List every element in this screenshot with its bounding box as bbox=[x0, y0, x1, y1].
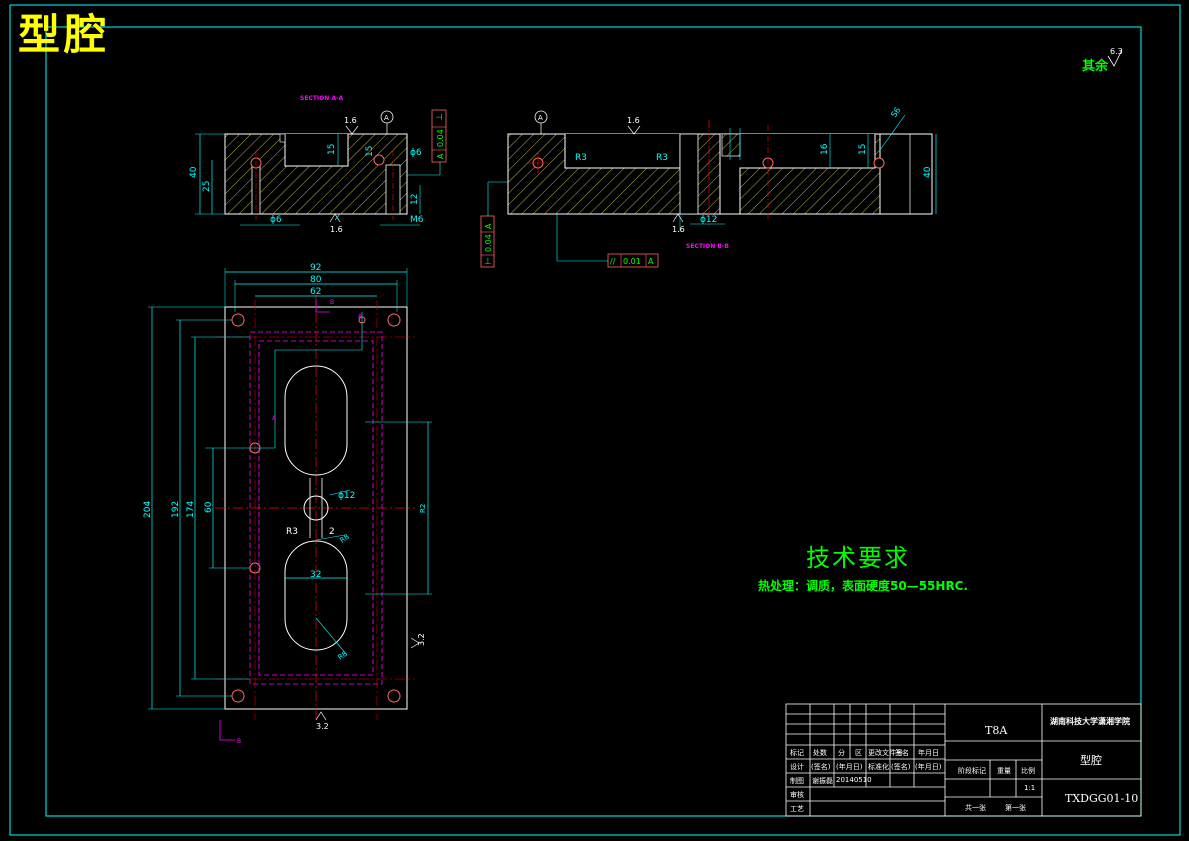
side-tol-left-value: 0.04 bbox=[484, 234, 493, 252]
front-tol-datum: A bbox=[436, 153, 445, 159]
tb-sheets-total: 共一张 bbox=[965, 804, 986, 812]
tb-scale-label: 比例 bbox=[1021, 767, 1035, 775]
front-dim-40: 40 bbox=[189, 166, 199, 178]
top-roughness-bottom: 3.2 bbox=[316, 722, 329, 731]
drawing-title: 型腔 bbox=[18, 10, 111, 59]
tb-hdr-zone: 区 bbox=[855, 749, 862, 757]
tb-hdr-date: 年月日 bbox=[918, 749, 939, 757]
section-label-a: SECTION A-A bbox=[300, 95, 344, 102]
tb-part-name: 型腔 bbox=[1080, 754, 1102, 767]
top-dim-60: 60 bbox=[204, 501, 214, 513]
side-dim-phi12: ϕ12 bbox=[700, 215, 717, 225]
tb-design-date: (年月日) bbox=[836, 763, 863, 771]
tb-school: 湖南科技大学潇湘学院 bbox=[1050, 717, 1130, 726]
side-roughness-bottom: 1.6 bbox=[672, 225, 685, 234]
top-dim-r2: R2 bbox=[419, 504, 427, 513]
side-dim-r3-left: R3 bbox=[575, 153, 587, 163]
tb-draw-name: 谢振磊 bbox=[812, 777, 833, 785]
tb-std-date: (年月日) bbox=[915, 763, 942, 771]
roughness-rest-value: 6.3 bbox=[1110, 47, 1123, 56]
tb-draw-label: 制图 bbox=[790, 777, 804, 785]
side-dim-40: 40 bbox=[923, 166, 933, 178]
front-dim-phi6-top: ϕ6 bbox=[410, 148, 422, 158]
top-section-mark-a2: A bbox=[272, 415, 277, 422]
front-tol-symbol: ⊥ bbox=[435, 113, 445, 121]
top-roughness-right: 3.2 bbox=[417, 633, 426, 646]
section-label-b: SECTION B-B bbox=[686, 243, 729, 250]
top-dim-192: 192 bbox=[171, 501, 181, 518]
top-dim-r3: R3 bbox=[286, 527, 298, 537]
front-view bbox=[195, 109, 447, 226]
tb-weight-label: 重量 bbox=[997, 767, 1011, 775]
outer-frame bbox=[9, 4, 1181, 836]
tb-hdr-div: 分 bbox=[838, 749, 845, 757]
tb-hdr-sign: 签名 bbox=[895, 749, 909, 757]
side-tol-bottom-datum: A bbox=[648, 257, 654, 266]
front-roughness-top: 1.6 bbox=[344, 116, 357, 125]
front-dim-m6: M6 bbox=[410, 215, 424, 225]
side-datum-a: A bbox=[538, 114, 543, 122]
tb-hdr-count: 处数 bbox=[813, 749, 827, 757]
drawing-sheet: 40 25 15 15 12 ϕ6 ϕ6 M6 1.6 1.6 A ⊥ 0.04… bbox=[9, 4, 1181, 836]
side-tol-bottom-value: 0.01 bbox=[623, 257, 641, 266]
tb-material: T8A bbox=[985, 724, 1008, 737]
top-dim-32: 32 bbox=[310, 570, 321, 580]
front-roughness-bottom: 1.6 bbox=[330, 225, 343, 234]
tb-sheet-no: 第一张 bbox=[1005, 804, 1026, 812]
front-dim-15a: 15 bbox=[327, 144, 337, 155]
front-dim-25: 25 bbox=[202, 181, 212, 192]
tech-requirements-heading: 技术要求 bbox=[806, 544, 910, 572]
front-dim-15b: 15 bbox=[365, 146, 375, 157]
side-dim-15: 15 bbox=[858, 144, 868, 155]
tb-scale: 1:1 bbox=[1024, 784, 1036, 792]
tb-design-label: 设计 bbox=[790, 763, 804, 771]
front-tol-value: 0.04 bbox=[436, 129, 445, 147]
top-dim-92: 92 bbox=[310, 263, 321, 273]
tb-hdr-mark: 标记 bbox=[790, 749, 804, 757]
tb-stage-label: 阶段标记 bbox=[958, 767, 986, 775]
roughness-rest-label: 其余 bbox=[1082, 59, 1109, 74]
tb-std-label: 标准化 bbox=[868, 763, 889, 771]
side-tol-left-symbol: ⊥ bbox=[484, 257, 492, 267]
top-dim-174: 174 bbox=[186, 501, 196, 518]
top-section-mark-b2: B bbox=[237, 738, 241, 745]
top-dim-phi12: ϕ12 bbox=[338, 491, 355, 501]
side-dim-r3-right: R3 bbox=[656, 153, 668, 163]
top-section-mark-b1: B bbox=[330, 299, 334, 306]
tb-review-label: 审核 bbox=[790, 791, 804, 799]
tb-std-sign: (签名) bbox=[891, 763, 911, 771]
side-dim-s6: S6 bbox=[889, 106, 902, 119]
tech-requirements-text: 热处理：调质，表面硬度50—55HRC. bbox=[758, 579, 969, 593]
tb-process-label: 工艺 bbox=[790, 805, 804, 813]
tb-design-sign: (签名) bbox=[811, 763, 831, 771]
front-dim-phi6: ϕ6 bbox=[270, 215, 282, 225]
top-dim-204: 204 bbox=[143, 501, 153, 518]
top-dim-62: 62 bbox=[310, 287, 321, 297]
tb-drawing-no: TXDGG01-10 bbox=[1065, 792, 1139, 805]
side-dim-16: 16 bbox=[820, 143, 830, 155]
top-dim-r8-upper: R8 bbox=[339, 533, 351, 545]
side-roughness-top: 1.6 bbox=[627, 116, 640, 125]
front-dim-12: 12 bbox=[410, 194, 420, 205]
top-dim-r8-lower: R8 bbox=[337, 650, 349, 662]
tb-draw-date: 20140510 bbox=[836, 776, 872, 784]
top-dim-80: 80 bbox=[310, 275, 322, 285]
top-dim-2: 2 bbox=[329, 527, 335, 537]
front-datum-a: A bbox=[384, 114, 389, 122]
side-tol-bottom-symbol: // bbox=[610, 257, 616, 266]
side-tol-left-datum: A bbox=[484, 223, 493, 229]
